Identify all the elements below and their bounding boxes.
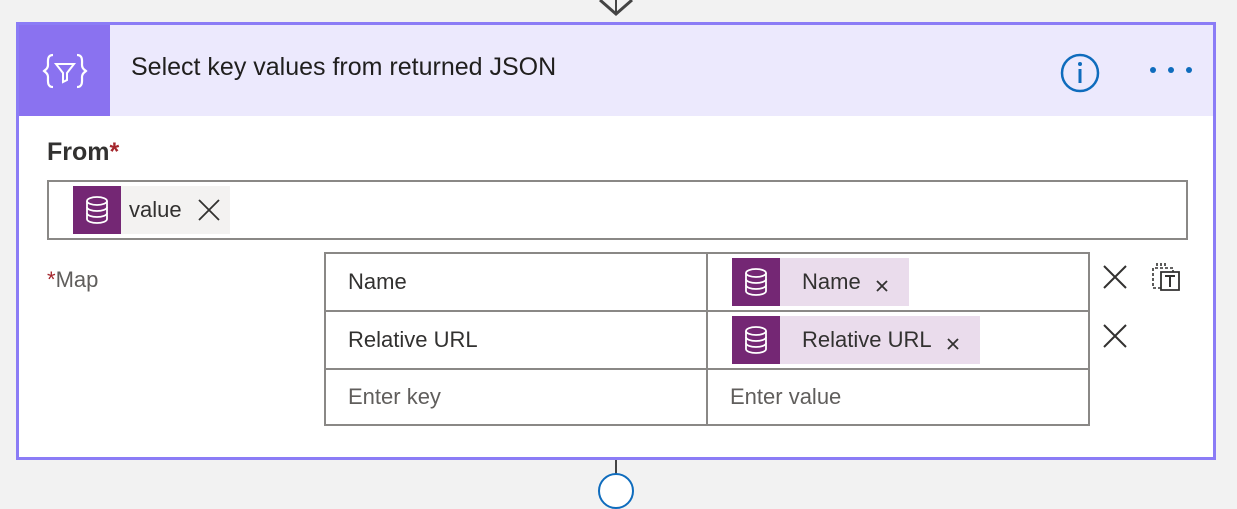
map-key-placeholder: Enter key xyxy=(348,384,441,409)
map-value-placeholder: Enter value xyxy=(730,384,842,409)
token-label: Name xyxy=(802,269,861,294)
map-key-text: Name xyxy=(348,269,407,294)
delete-row-icon[interactable] xyxy=(1101,322,1129,350)
more-options-icon[interactable] xyxy=(1147,60,1195,80)
map-key-cell[interactable]: Name xyxy=(324,252,708,312)
map-value-token[interactable]: Name xyxy=(732,258,909,306)
map-value-token[interactable]: Relative URL xyxy=(732,316,980,364)
card-header[interactable]: Select key values from returned JSON xyxy=(19,25,1213,116)
info-icon[interactable] xyxy=(1059,52,1101,94)
database-icon xyxy=(732,258,780,306)
map-label: *Map xyxy=(47,267,98,293)
from-input[interactable]: value xyxy=(47,180,1188,240)
remove-token-icon[interactable] xyxy=(196,197,222,223)
action-card: Select key values from returned JSON Fro… xyxy=(16,22,1216,460)
delete-row-icon[interactable] xyxy=(1101,263,1129,291)
from-label: From* xyxy=(47,138,119,167)
add-step-button[interactable] xyxy=(598,473,634,509)
token-label: Relative URL xyxy=(802,327,932,352)
required-marker: * xyxy=(47,267,56,292)
action-icon-box xyxy=(19,25,110,116)
map-label-text: Map xyxy=(55,267,99,292)
map-table: Name Name Relative URL Relative URL Ente… xyxy=(324,252,1090,426)
required-marker: * xyxy=(109,138,120,166)
map-key-input[interactable]: Enter key xyxy=(324,368,708,426)
token-label: value xyxy=(129,197,182,222)
remove-token-icon[interactable] xyxy=(875,279,889,293)
arrow-down-icon xyxy=(599,0,633,16)
map-key-cell[interactable]: Relative URL xyxy=(324,310,708,370)
database-icon xyxy=(732,316,780,364)
from-value-token[interactable]: value xyxy=(73,186,230,234)
map-key-text: Relative URL xyxy=(348,327,478,352)
database-icon xyxy=(73,186,121,234)
from-label-text: From xyxy=(47,138,110,166)
card-title: Select key values from returned JSON xyxy=(131,53,557,81)
map-value-cell[interactable]: Relative URL xyxy=(706,310,1090,370)
switch-to-text-mode-icon[interactable] xyxy=(1151,262,1181,292)
map-value-input[interactable]: Enter value xyxy=(706,368,1090,426)
map-value-cell[interactable]: Name xyxy=(706,252,1090,312)
remove-token-icon[interactable] xyxy=(946,337,960,351)
curly-braces-filter-icon xyxy=(41,53,88,88)
